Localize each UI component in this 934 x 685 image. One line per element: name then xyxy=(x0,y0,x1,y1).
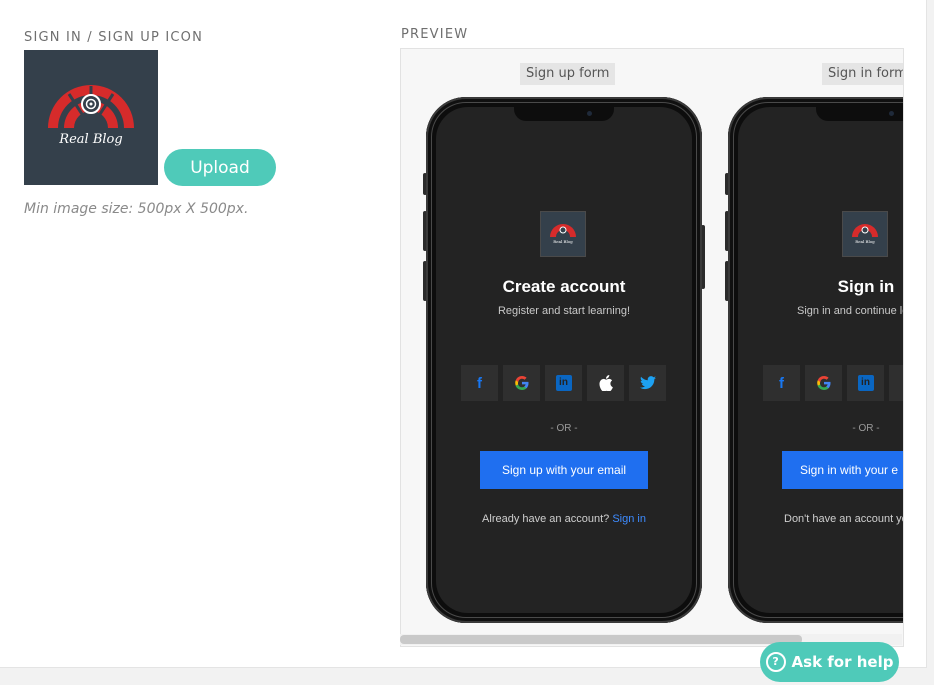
or-divider: - OR - xyxy=(550,423,578,434)
linkedin-icon[interactable]: in xyxy=(545,365,582,401)
scrollbar-thumb[interactable] xyxy=(400,635,802,644)
signin-form-logo: Real Blog xyxy=(842,211,888,257)
signin-phone-screen: Real Blog Sign in Sign in and continue l… xyxy=(738,107,904,613)
phone-notch xyxy=(816,107,903,121)
preview-panel: Sign up form Sign in form Real Blog Crea… xyxy=(400,48,904,647)
signup-form-tag: Sign up form xyxy=(520,63,616,85)
social-login-row: f in xyxy=(763,365,903,401)
signin-link[interactable]: Sign in xyxy=(612,513,646,525)
logo-text: Real Blog xyxy=(58,132,122,147)
signin-title: Sign in xyxy=(837,277,895,296)
signup-email-button[interactable]: Sign up with your email xyxy=(480,451,648,489)
mini-logo-text: Real Blog xyxy=(553,239,573,244)
signup-footer-text: Already have an account? xyxy=(482,513,610,525)
signup-phone-screen: Real Blog Create account Register and st… xyxy=(436,107,692,613)
preview-section-label: PREVIEW xyxy=(401,27,469,42)
signup-title: Create account xyxy=(502,277,626,296)
signup-form-logo: Real Blog xyxy=(540,211,586,257)
apple-icon[interactable] xyxy=(587,365,624,401)
google-icon[interactable] xyxy=(805,365,842,401)
phone-notch xyxy=(514,107,614,121)
upload-button[interactable]: Upload xyxy=(164,149,276,186)
twitter-icon[interactable] xyxy=(629,365,666,401)
signin-subtitle: Sign in and continue le xyxy=(797,305,904,317)
linkedin-icon[interactable]: in xyxy=(847,365,884,401)
signup-footer: Already have an account? Sign in xyxy=(436,513,692,525)
settings-card: SIGN IN / SIGN UP ICON Real Blog Upload … xyxy=(0,0,927,668)
signup-subtitle: Register and start learning! xyxy=(497,305,631,317)
mini-logo-text: Real Blog xyxy=(855,239,875,244)
signin-footer: Don't have an account ye xyxy=(784,513,904,525)
or-divider: - OR - xyxy=(852,423,880,434)
google-icon[interactable]: G xyxy=(503,365,540,401)
signin-email-button[interactable]: Sign in with your e xyxy=(782,451,903,489)
min-size-hint: Min image size: 500px X 500px. xyxy=(24,201,249,217)
social-login-row: f G in xyxy=(461,365,671,401)
ask-for-help-label: Ask for help xyxy=(791,653,894,671)
signin-phone-mockup: Real Blog Sign in Sign in and continue l… xyxy=(725,97,904,623)
logo-preview-image: Real Blog xyxy=(24,50,158,185)
signin-form-tag: Sign in form xyxy=(822,63,903,85)
facebook-icon[interactable]: f xyxy=(763,365,800,401)
signup-phone-mockup: Real Blog Create account Register and st… xyxy=(423,97,705,623)
apple-icon[interactable] xyxy=(889,365,903,401)
ask-for-help-button[interactable]: ? Ask for help xyxy=(760,642,899,682)
icon-section-label: SIGN IN / SIGN UP ICON xyxy=(24,30,203,45)
question-icon: ? xyxy=(765,652,786,672)
real-blog-logo-icon: Real Blog xyxy=(852,224,878,244)
real-blog-logo-icon: Real Blog xyxy=(48,85,134,147)
facebook-icon[interactable]: f xyxy=(461,365,498,401)
real-blog-logo-icon: Real Blog xyxy=(550,224,576,244)
